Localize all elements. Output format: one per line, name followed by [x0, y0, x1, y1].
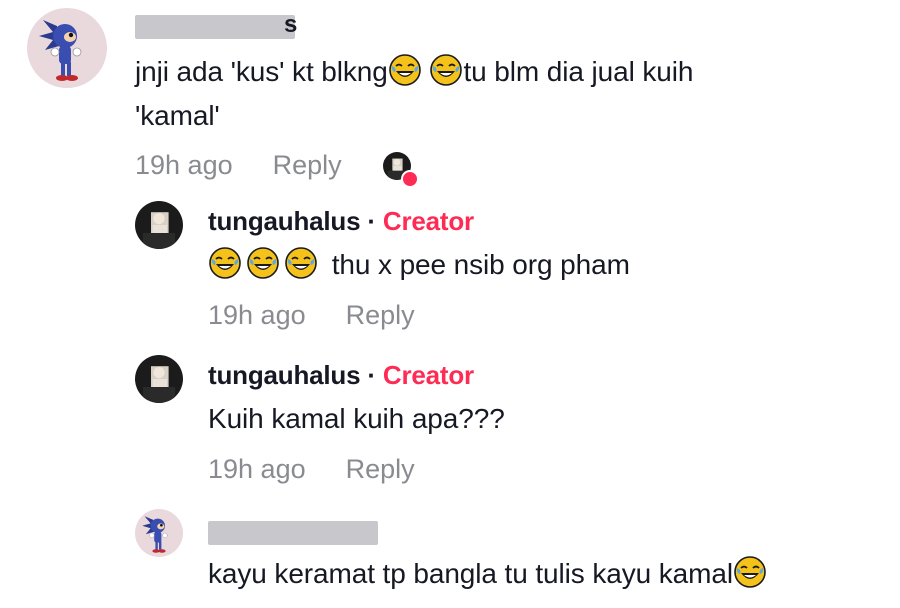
face-with-tears-of-joy-icon	[389, 54, 421, 86]
comment-meta: 19h ago Reply	[135, 150, 342, 181]
reply-meta: 19h ago Reply	[208, 454, 415, 485]
commenter-avatar[interactable]	[27, 8, 107, 88]
redacted-username	[135, 15, 295, 39]
reply-text: kayu keramat tp bangla tu tulis kayu kam…	[208, 552, 767, 596]
creator-avatar[interactable]	[135, 201, 183, 249]
creator-badge: Creator	[382, 206, 474, 236]
comment-text: jnji ada 'kus' kt blkng tu blm dia jual …	[135, 50, 693, 94]
reply-time: 19h ago	[208, 454, 306, 484]
reply-button[interactable]: Reply	[346, 454, 415, 484]
commenter-avatar[interactable]	[135, 509, 183, 557]
creator-avatar[interactable]	[135, 355, 183, 403]
reply-username[interactable]: tungauhalus	[208, 206, 361, 236]
reply-text-content: kayu keramat tp bangla tu tulis kayu kam…	[208, 558, 733, 589]
face-with-tears-of-joy-icon	[430, 54, 462, 86]
face-with-tears-of-joy-icon	[209, 247, 241, 279]
reply-header: tungauhalus · Creator	[208, 206, 474, 237]
comment-text-part: tu blm dia jual kuih	[463, 56, 694, 87]
comment-text-line2: 'kamal'	[135, 100, 220, 131]
reply-text: Kuih kamal kuih apa???	[208, 403, 505, 434]
face-with-tears-of-joy-icon	[285, 247, 317, 279]
comment-text-part: jnji ada 'kus' kt blkng	[135, 56, 388, 87]
reply-username[interactable]: tungauhalus	[208, 360, 361, 390]
separator: ·	[367, 206, 376, 236]
reply-meta: 19h ago Reply	[208, 300, 415, 331]
separator: ·	[367, 360, 376, 390]
creator-liked-icon	[383, 152, 419, 188]
face-with-tears-of-joy-icon	[247, 247, 279, 279]
comment-time: 19h ago	[135, 150, 233, 180]
reply-text: thu x pee nsib org pham	[208, 243, 630, 287]
reply-button[interactable]: Reply	[273, 150, 342, 180]
reply-header: tungauhalus · Creator	[208, 360, 474, 391]
redacted-username	[208, 521, 378, 545]
username-tail: s	[284, 11, 298, 38]
reply-button[interactable]: Reply	[346, 300, 415, 330]
reply-time: 19h ago	[208, 300, 306, 330]
creator-badge: Creator	[382, 360, 474, 390]
reply-text-content: thu x pee nsib org pham	[331, 249, 630, 280]
face-with-tears-of-joy-icon	[734, 556, 766, 588]
